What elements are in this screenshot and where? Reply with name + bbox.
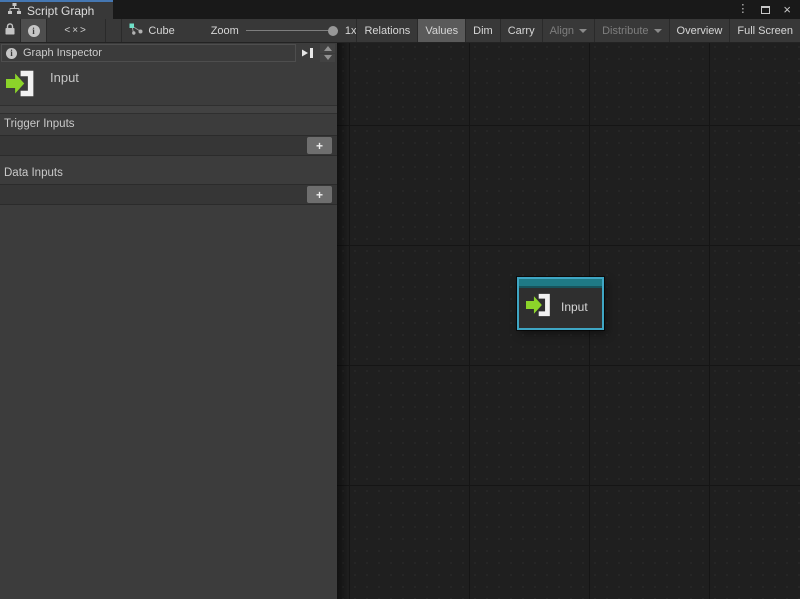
lock-icon (5, 23, 15, 38)
add-trigger-input-button[interactable]: + (307, 137, 332, 154)
tab-title: Script Graph (27, 4, 94, 18)
scroll-down-button[interactable] (320, 54, 335, 63)
trigger-inputs-label: Trigger Inputs (0, 114, 337, 135)
align-dropdown-button[interactable]: Align (542, 19, 594, 42)
inspector-scrollbar (320, 44, 335, 62)
dropdown-caret-icon (579, 29, 587, 33)
trigger-inputs-list: + (0, 135, 337, 156)
dim-button[interactable]: Dim (465, 19, 500, 42)
carry-button[interactable]: Carry (500, 19, 542, 42)
info-icon: i (6, 48, 17, 59)
zoom-label: Zoom (211, 25, 239, 37)
graph-owner-label: Cube (148, 25, 174, 37)
sidebar-toggle-icon (302, 47, 314, 59)
unit-summary: Input (0, 62, 337, 105)
arrow-down-icon (324, 55, 332, 60)
zoom-value: 1x (345, 25, 357, 37)
overview-button[interactable]: Overview (669, 19, 730, 42)
toolbar-toggle-group: Relations Values Dim Carry Align Distrib… (356, 19, 800, 42)
dropdown-caret-icon (654, 29, 662, 33)
code-preview-button[interactable]: <×> (47, 19, 105, 42)
unit-name: Input (50, 70, 79, 85)
graph-inspector-titlebox: i Graph Inspector (1, 44, 296, 62)
lock-button[interactable] (0, 19, 20, 42)
add-data-input-button[interactable]: + (307, 186, 332, 203)
inspector-toggle-button[interactable]: i (21, 19, 46, 42)
input-node-body: Input (519, 288, 602, 326)
main-area: i Graph Inspector Input Trigger Inputs (0, 43, 800, 599)
window-controls: ⋮ × (737, 0, 800, 19)
scroll-up-button[interactable] (320, 44, 335, 53)
distribute-dropdown-button[interactable]: Distribute (594, 19, 668, 42)
graph-toolbar: i <×> Cube Zoom 1x Relations Values Dim (0, 19, 800, 43)
input-node-header[interactable] (519, 279, 602, 288)
data-inputs-list: + (0, 184, 337, 205)
section-separator (0, 105, 337, 114)
graph-canvas[interactable]: Input (337, 43, 800, 599)
toolbar-spacer (106, 19, 121, 42)
info-icon: i (28, 25, 40, 37)
arrow-up-icon (324, 46, 332, 51)
maximize-icon[interactable] (761, 6, 770, 14)
node-title: Input (561, 300, 588, 314)
section-gap (0, 156, 337, 163)
graph-inspector-title: Graph Inspector (23, 47, 102, 59)
tab-bar: Script Graph ⋮ × (0, 0, 800, 19)
tab-script-graph[interactable]: Script Graph (0, 0, 113, 19)
graph-hierarchy-icon (8, 3, 21, 18)
zoom-control: Zoom 1x (211, 19, 357, 42)
zoom-slider[interactable] (246, 19, 338, 42)
full-screen-button[interactable]: Full Screen (729, 19, 800, 42)
input-unit-icon (526, 293, 553, 322)
graph-inspector-header: i Graph Inspector (0, 43, 337, 62)
move-to-sidebar-button[interactable] (298, 44, 318, 62)
graph-inspector-panel: i Graph Inspector Input Trigger Inputs (0, 43, 337, 599)
script-graph-window: Script Graph ⋮ × i <×> Cube (0, 0, 800, 599)
code-icon: <×> (64, 25, 88, 36)
graph-node-icon (129, 23, 143, 38)
zoom-slider-handle[interactable] (328, 26, 338, 36)
values-button[interactable]: Values (417, 19, 465, 42)
inspector-empty-area (0, 205, 337, 599)
zoom-slider-track (246, 30, 338, 31)
data-inputs-label: Data Inputs (0, 163, 337, 184)
input-node[interactable]: Input (517, 277, 604, 330)
relations-button[interactable]: Relations (356, 19, 417, 42)
input-unit-icon (6, 69, 37, 103)
graph-owner-breadcrumb[interactable]: Cube (121, 19, 182, 42)
window-menu-icon[interactable]: ⋮ (737, 4, 748, 15)
close-icon[interactable]: × (783, 3, 791, 16)
